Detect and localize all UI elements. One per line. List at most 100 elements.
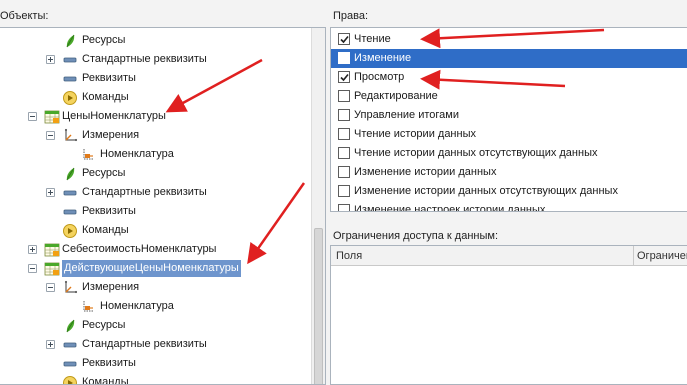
resource-icon [62,33,78,49]
attribute-icon [62,337,78,353]
right-item-label: Редактирование [354,90,438,102]
tree-scrollbar-thumb[interactable] [314,228,323,384]
right-item[interactable]: Чтение [331,30,687,49]
tree-node[interactable]: Реквизиты [0,69,312,88]
tree-node[interactable]: Номенклатура [0,297,312,316]
tree-node[interactable]: Команды [0,373,312,384]
attribute-icon [62,356,78,372]
tree-node[interactable]: Стандартные реквизиты [0,183,312,202]
attribute-icon [62,52,78,68]
register-icon [44,242,60,258]
expand-icon[interactable] [46,188,55,197]
right-item-label: Изменение истории данных отсутствующих д… [354,185,618,197]
tree-node-label[interactable]: Реквизиты [82,72,136,84]
tree-node-label[interactable]: Ресурсы [82,34,125,46]
tree-node[interactable]: Номенклатура [0,145,312,164]
command-icon [62,90,78,106]
tree-node-label[interactable]: Реквизиты [82,357,136,369]
rights-label: Права: [333,10,369,22]
right-item[interactable]: Изменение настроек истории данных [331,201,687,212]
collapse-icon[interactable] [46,283,55,292]
tree-node-label[interactable]: Стандартные реквизиты [82,53,207,65]
right-item-label: Просмотр [354,71,405,83]
right-item[interactable]: Чтение истории данных [331,125,687,144]
tree-node[interactable]: Реквизиты [0,202,312,221]
collapse-icon[interactable] [28,112,37,121]
restrictions-table[interactable]: Поля Ограничен [330,245,687,385]
objects-tree[interactable]: Ресурсы Стандартные реквизиты Реквизиты Ком… [0,27,326,385]
tree-node-label[interactable]: Команды [82,224,129,236]
column-fields[interactable]: Поля [336,250,362,262]
right-item-label: Изменение настроек истории данных [354,204,546,212]
tree-node[interactable]: СебестоимостьНоменклатуры [0,240,312,259]
tree-node[interactable]: ЦеныНоменклатуры [0,107,312,126]
checkbox-checked[interactable] [338,71,350,83]
right-item[interactable]: Управление итогами [331,106,687,125]
tree-node-label[interactable]: Реквизиты [82,205,136,217]
tree-node[interactable]: Стандартные реквизиты [0,50,312,69]
column-divider[interactable] [633,246,634,266]
collapse-icon[interactable] [28,264,37,273]
tree-node[interactable]: Ресурсы [0,31,312,50]
tree-node-label[interactable]: Ресурсы [82,319,125,331]
dimension-item-icon [80,299,96,315]
tree-node-label[interactable]: Измерения [82,129,139,141]
tree-node-label[interactable]: ЦеныНоменклатуры [62,110,166,122]
tree-node-label[interactable]: ДействующиеЦеныНоменклатуры [62,260,241,277]
collapse-icon[interactable] [46,131,55,140]
right-item[interactable]: Изменение истории данных [331,163,687,182]
tree-node-label[interactable]: СебестоимостьНоменклатуры [62,243,216,255]
expand-icon[interactable] [46,55,55,64]
tree-node-label[interactable]: Команды [82,91,129,103]
resource-icon [62,318,78,334]
command-icon [62,223,78,239]
checkbox-unchecked[interactable] [338,166,350,178]
register-icon [44,109,60,125]
expand-icon[interactable] [28,245,37,254]
tree-node[interactable]: Измерения [0,126,312,145]
checkbox-unchecked[interactable] [338,90,350,102]
rights-list[interactable]: Чтение Изменение Просмотр Редактирование Упр… [330,27,687,212]
objects-label: Объекты: [0,10,49,22]
tree-node-label[interactable]: Ресурсы [82,167,125,179]
right-item-label: Чтение истории данных отсутствующих данн… [354,147,598,159]
tree-node-label[interactable]: Номенклатура [100,148,174,160]
tree-node-label[interactable]: Команды [82,376,129,384]
tree-node-label[interactable]: Номенклатура [100,300,174,312]
column-restriction[interactable]: Ограничен [637,250,687,262]
checkbox-checked[interactable] [338,33,350,45]
tree-node[interactable]: Реквизиты [0,354,312,373]
tree-node-label[interactable]: Стандартные реквизиты [82,186,207,198]
tree-scrollbar[interactable] [311,28,325,384]
right-item[interactable]: Чтение истории данных отсутствующих данн… [331,144,687,163]
tree-node[interactable]: Ресурсы [0,164,312,183]
restrictions-label: Ограничения доступа к данным: [333,230,499,242]
tree-node[interactable]: Команды [0,88,312,107]
right-item[interactable]: Изменение [331,49,687,68]
tree-node-label[interactable]: Стандартные реквизиты [82,338,207,350]
attribute-icon [62,185,78,201]
checkbox-unchecked[interactable] [338,185,350,197]
checkbox-unchecked[interactable] [338,204,350,211]
dimension-icon [62,128,78,144]
attribute-icon [62,71,78,87]
tree-node[interactable]: Стандартные реквизиты [0,335,312,354]
checkbox-unchecked[interactable] [338,52,350,64]
tree-node[interactable]: Измерения [0,278,312,297]
expand-icon[interactable] [46,340,55,349]
tree-node-label[interactable]: Измерения [82,281,139,293]
tree-node[interactable]: Ресурсы [0,316,312,335]
checkbox-unchecked[interactable] [338,128,350,140]
tree-node[interactable]: Команды [0,221,312,240]
right-item-label: Изменение истории данных [354,166,497,178]
checkbox-unchecked[interactable] [338,109,350,121]
attribute-icon [62,204,78,220]
right-item[interactable]: Просмотр [331,68,687,87]
checkbox-unchecked[interactable] [338,147,350,159]
dimension-icon [62,280,78,296]
right-item[interactable]: Редактирование [331,87,687,106]
right-item-label: Чтение [354,33,391,45]
right-item[interactable]: Изменение истории данных отсутствующих д… [331,182,687,201]
command-icon [62,375,78,384]
tree-node[interactable]: ДействующиеЦеныНоменклатуры [0,259,312,278]
